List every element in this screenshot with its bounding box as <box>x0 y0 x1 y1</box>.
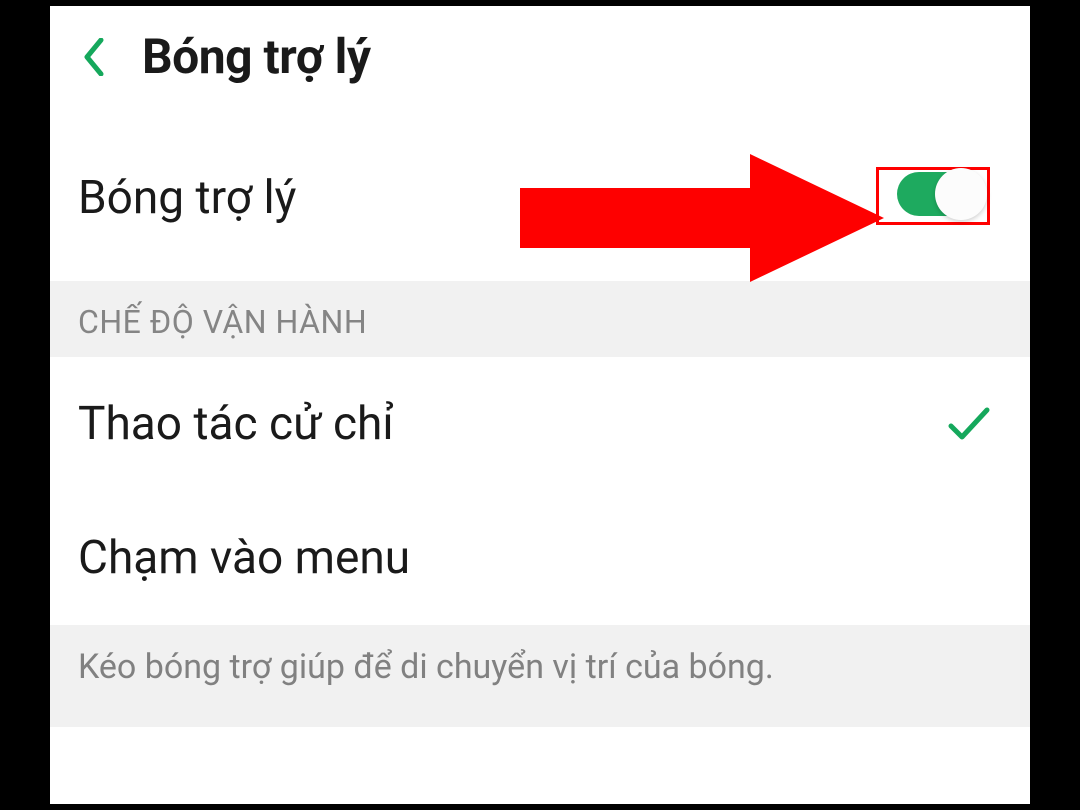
option-label: Thao tác cử chỉ <box>78 397 394 451</box>
screenshot-frame: Bóng trợ lý Bóng trợ lý CHẾ ĐỘ VẬN HÀNH … <box>0 0 1080 810</box>
assistive-ball-switch[interactable] <box>897 172 983 216</box>
header-bar: Bóng trợ lý <box>50 6 1030 115</box>
help-footer: Kéo bóng trợ giúp để di chuyển vị trí củ… <box>50 625 1030 727</box>
assistive-ball-label: Bóng trợ lý <box>78 171 296 225</box>
option-gesture[interactable]: Thao tác cử chỉ <box>50 357 1030 491</box>
option-tap-menu[interactable]: Chạm vào menu <box>50 491 1030 625</box>
option-label: Chạm vào menu <box>78 531 410 585</box>
section-header-label: CHẾ ĐỘ VẬN HÀNH <box>78 303 1002 341</box>
switch-knob-icon <box>935 168 987 220</box>
settings-panel: Bóng trợ lý Bóng trợ lý CHẾ ĐỘ VẬN HÀNH … <box>50 6 1030 804</box>
section-header: CHẾ ĐỘ VẬN HÀNH <box>50 281 1030 357</box>
back-button[interactable] <box>80 37 108 77</box>
page-title: Bóng trợ lý <box>142 28 371 85</box>
checkmark-icon <box>948 403 990 445</box>
assistive-ball-toggle-row[interactable]: Bóng trợ lý <box>50 115 1030 281</box>
help-text: Kéo bóng trợ giúp để di chuyển vị trí củ… <box>78 647 1002 687</box>
toggle-highlight-box <box>876 167 990 229</box>
chevron-left-icon <box>83 38 105 76</box>
